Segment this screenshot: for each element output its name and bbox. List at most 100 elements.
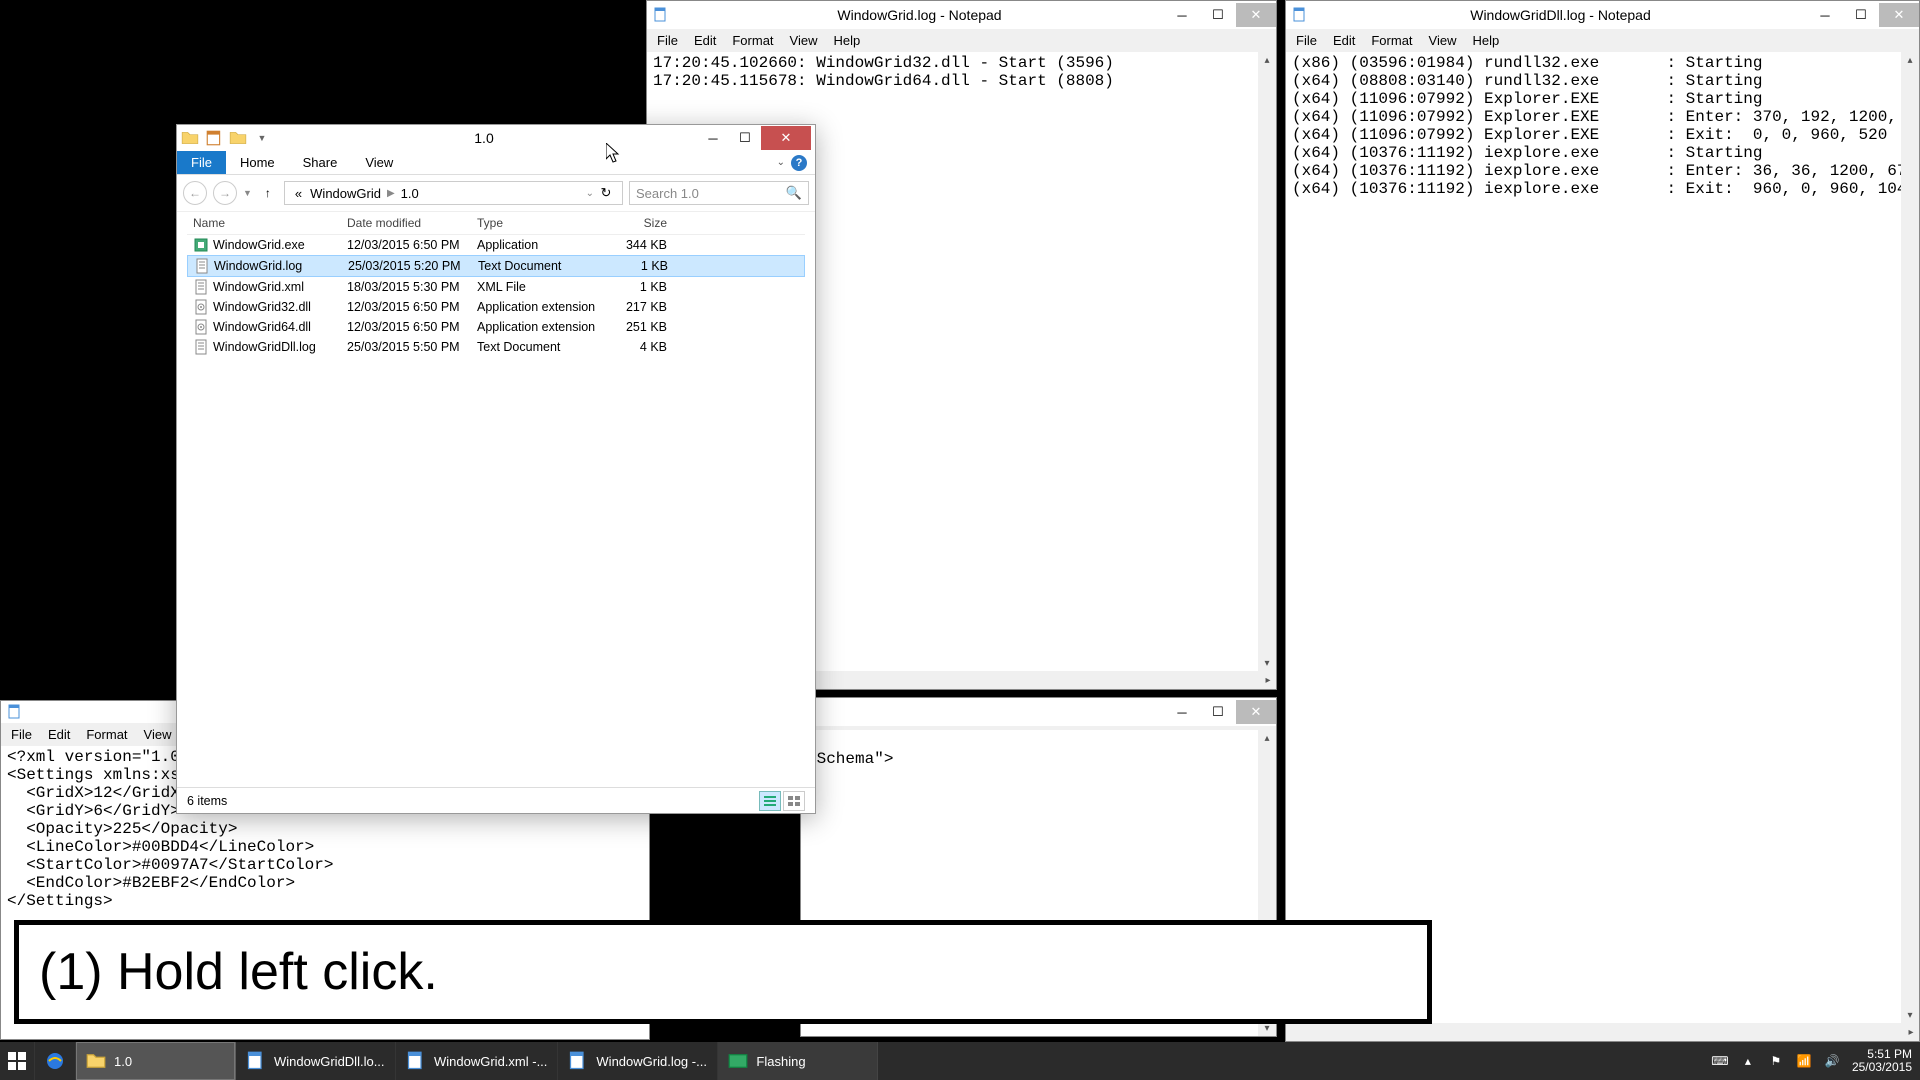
file-date: 12/03/2015 6:50 PM bbox=[347, 300, 477, 314]
system-tray[interactable]: ⌨ ▴ ⚑ 📶 🔊 5:51 PM 25/03/2015 bbox=[1704, 1042, 1920, 1080]
menu-format[interactable]: Format bbox=[1365, 31, 1418, 50]
menu-format[interactable]: Format bbox=[726, 31, 779, 50]
file-row[interactable]: WindowGrid.log25/03/2015 5:20 PMText Doc… bbox=[187, 255, 805, 277]
properties-icon[interactable] bbox=[205, 129, 223, 147]
taskbar-item[interactable]: WindowGrid.log -... bbox=[558, 1042, 718, 1080]
tab-file[interactable]: File bbox=[177, 151, 226, 174]
new-folder-icon[interactable] bbox=[229, 129, 247, 147]
titlebar[interactable]: WindowGridDll.log - Notepad ─ ☐ ✕ bbox=[1286, 1, 1919, 29]
file-row[interactable]: WindowGridDll.log25/03/2015 5:50 PMText … bbox=[187, 337, 805, 357]
menu-view[interactable]: View bbox=[138, 725, 178, 744]
back-button[interactable]: ← bbox=[183, 181, 207, 205]
menu-file[interactable]: File bbox=[651, 31, 684, 50]
taskbar[interactable]: 1.0WindowGridDll.lo...WindowGrid.xml -..… bbox=[0, 1042, 1920, 1080]
file-row[interactable]: WindowGrid.exe12/03/2015 6:50 PMApplicat… bbox=[187, 235, 805, 255]
address-dropdown-icon[interactable]: ⌄ bbox=[584, 188, 596, 199]
menu-file[interactable]: File bbox=[1290, 31, 1323, 50]
close-button[interactable]: ✕ bbox=[1236, 700, 1276, 724]
menu-view[interactable]: View bbox=[1423, 31, 1463, 50]
menubar: File Edit Format View Help bbox=[1286, 29, 1919, 52]
menu-edit[interactable]: Edit bbox=[42, 725, 76, 744]
tray-flag-icon[interactable]: ⚑ bbox=[1768, 1053, 1784, 1069]
taskbar-item[interactable]: WindowGrid.xml -... bbox=[396, 1042, 558, 1080]
close-button[interactable]: ✕ bbox=[1879, 3, 1919, 27]
file-type: XML File bbox=[477, 280, 607, 294]
col-type[interactable]: Type bbox=[477, 216, 607, 230]
col-date[interactable]: Date modified bbox=[347, 216, 477, 230]
menu-file[interactable]: File bbox=[5, 725, 38, 744]
expand-ribbon-icon[interactable]: ⌄ bbox=[777, 157, 785, 168]
menu-help[interactable]: Help bbox=[827, 31, 866, 50]
ie-button[interactable] bbox=[35, 1042, 76, 1080]
clock[interactable]: 5:51 PM 25/03/2015 bbox=[1852, 1048, 1912, 1074]
scroll-up-icon[interactable]: ▴ bbox=[1259, 730, 1275, 746]
tray-network-icon[interactable]: 📶 bbox=[1796, 1053, 1812, 1069]
tab-home[interactable]: Home bbox=[226, 151, 289, 174]
scroll-right-icon[interactable]: ▸ bbox=[1260, 672, 1276, 688]
file-name: WindowGrid32.dll bbox=[213, 300, 311, 314]
titlebar[interactable]: WindowGrid.log - Notepad ─ ☐ ✕ bbox=[647, 1, 1276, 29]
scroll-up-icon[interactable]: ▴ bbox=[1259, 52, 1275, 68]
history-dropdown-icon[interactable]: ▼ bbox=[243, 188, 252, 198]
maximize-button[interactable]: ☐ bbox=[729, 126, 761, 150]
col-name[interactable]: Name bbox=[187, 216, 347, 230]
file-row[interactable]: WindowGrid.xml18/03/2015 5:30 PMXML File… bbox=[187, 277, 805, 297]
titlebar[interactable]: ─ ☐ ✕ bbox=[801, 698, 1276, 726]
window-title: WindowGrid.log - Notepad bbox=[675, 7, 1164, 23]
file-row[interactable]: WindowGrid32.dll12/03/2015 6:50 PMApplic… bbox=[187, 297, 805, 317]
scroll-down-icon[interactable]: ▾ bbox=[1902, 1007, 1918, 1023]
minimize-button[interactable]: ─ bbox=[1164, 700, 1200, 724]
breadcrumb-seg[interactable]: 1.0 bbox=[397, 186, 423, 201]
forward-button[interactable]: → bbox=[213, 181, 237, 205]
menu-edit[interactable]: Edit bbox=[688, 31, 722, 50]
file-type: Text Document bbox=[478, 259, 608, 273]
menu-edit[interactable]: Edit bbox=[1327, 31, 1361, 50]
chevron-right-icon[interactable]: ▶ bbox=[385, 188, 397, 199]
search-input[interactable]: Search 1.0 🔍 bbox=[629, 181, 809, 205]
menu-format[interactable]: Format bbox=[80, 725, 133, 744]
horizontal-scrollbar[interactable]: ▸ bbox=[1286, 1023, 1919, 1041]
menu-view[interactable]: View bbox=[784, 31, 824, 50]
close-button[interactable]: ✕ bbox=[761, 126, 811, 150]
tab-view[interactable]: View bbox=[351, 151, 407, 174]
scroll-up-icon[interactable]: ▴ bbox=[1902, 52, 1918, 68]
file-row[interactable]: WindowGrid64.dll12/03/2015 6:50 PMApplic… bbox=[187, 317, 805, 337]
scroll-down-icon[interactable]: ▾ bbox=[1259, 655, 1275, 671]
vertical-scrollbar[interactable]: ▴ ▾ bbox=[1901, 52, 1919, 1023]
close-button[interactable]: ✕ bbox=[1236, 3, 1276, 27]
tray-volume-icon[interactable]: 🔊 bbox=[1824, 1053, 1840, 1069]
taskbar-item[interactable]: Flashing bbox=[718, 1042, 878, 1080]
maximize-button[interactable]: ☐ bbox=[1843, 3, 1879, 27]
tray-keyboard-icon[interactable]: ⌨ bbox=[1712, 1053, 1728, 1069]
col-size[interactable]: Size bbox=[607, 216, 667, 230]
vertical-scrollbar[interactable]: ▴ ▾ bbox=[1258, 52, 1276, 671]
notepad-window-2[interactable]: WindowGridDll.log - Notepad ─ ☐ ✕ File E… bbox=[1285, 0, 1920, 1042]
maximize-button[interactable]: ☐ bbox=[1200, 700, 1236, 724]
minimize-button[interactable]: ─ bbox=[1164, 3, 1200, 27]
menu-help[interactable]: Help bbox=[1466, 31, 1505, 50]
column-headers[interactable]: Name Date modified Type Size bbox=[187, 212, 805, 235]
explorer-window[interactable]: ▼ 1.0 ─ ☐ ✕ File Home Share View ⌄ ? ← →… bbox=[176, 124, 816, 814]
tab-share[interactable]: Share bbox=[289, 151, 352, 174]
minimize-button[interactable]: ─ bbox=[697, 126, 729, 150]
search-icon[interactable]: 🔍 bbox=[786, 185, 802, 201]
maximize-button[interactable]: ☐ bbox=[1200, 3, 1236, 27]
tray-up-icon[interactable]: ▴ bbox=[1740, 1053, 1756, 1069]
taskbar-item[interactable]: 1.0 bbox=[76, 1042, 236, 1080]
details-view-icon[interactable] bbox=[759, 791, 781, 811]
chevron-down-icon[interactable]: ▼ bbox=[253, 129, 271, 147]
up-button[interactable]: ↑ bbox=[258, 183, 278, 203]
scroll-right-icon[interactable]: ▸ bbox=[1903, 1024, 1919, 1040]
help-icon[interactable]: ? bbox=[791, 155, 807, 171]
start-button[interactable] bbox=[0, 1042, 35, 1080]
refresh-icon[interactable]: ↻ bbox=[596, 185, 616, 201]
file-icon bbox=[194, 258, 210, 274]
address-input[interactable]: « WindowGrid ▶ 1.0 ⌄ ↻ bbox=[284, 181, 623, 205]
titlebar[interactable]: ▼ 1.0 ─ ☐ ✕ bbox=[177, 125, 815, 151]
text-area[interactable]: (x86) (03596:01984) rundll32.exe : Start… bbox=[1286, 52, 1901, 1023]
file-list[interactable]: Name Date modified Type Size WindowGrid.… bbox=[177, 212, 815, 787]
breadcrumb-seg[interactable]: WindowGrid bbox=[306, 186, 385, 201]
taskbar-item[interactable]: WindowGridDll.lo... bbox=[236, 1042, 396, 1080]
minimize-button[interactable]: ─ bbox=[1807, 3, 1843, 27]
icons-view-icon[interactable] bbox=[783, 791, 805, 811]
